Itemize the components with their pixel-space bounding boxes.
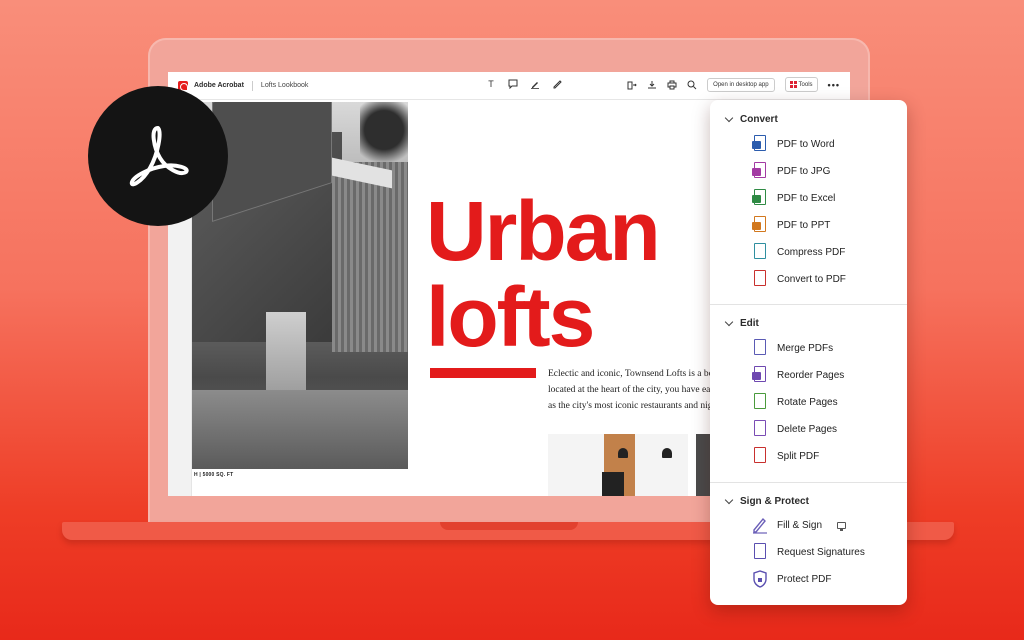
desktop-icon [837,521,847,531]
page-headline: Urban lofts [426,184,661,364]
section-divider [710,482,907,483]
headline-line-1: Urban [426,184,661,278]
building-slats [332,162,408,352]
tool-label: Request Signatures [777,546,865,558]
accent-bar [430,368,536,378]
ppt-icon [752,216,768,234]
comment-icon[interactable] [508,79,518,90]
building-entrance [266,312,306,392]
section-divider [710,304,907,305]
tool-pdf-to-excel[interactable]: PDF to Excel [752,188,835,208]
section-edit[interactable]: Edit [724,317,759,329]
convert-pdf-icon [752,270,768,288]
tool-merge-pdfs[interactable]: Merge PDFs [752,338,833,358]
share-icon[interactable] [627,80,637,90]
tool-pdf-to-jpg[interactable]: PDF to JPG [752,161,830,181]
chevron-down-icon [724,113,734,123]
app-name: Adobe Acrobat [194,82,244,89]
tools-button[interactable]: Tools [784,77,818,92]
tool-label: Convert to PDF [777,273,846,285]
compress-icon [752,243,768,261]
pendant-lamp [618,448,628,458]
chevron-down-icon [724,317,734,327]
tool-label: PDF to Excel [777,192,836,204]
merge-icon [752,339,768,357]
tools-panel: Convert PDF to Word PDF to JPG PDF to Ex… [710,100,907,605]
more-options-icon[interactable]: ••• [828,80,840,90]
acrobat-circle-logo [88,86,228,226]
tool-label: Split PDF [777,450,820,462]
acrobat-swirl-icon [129,126,189,187]
tool-convert-to-pdf[interactable]: Convert to PDF [752,269,846,289]
tool-delete-pages[interactable]: Delete Pages [752,419,837,439]
section-title: Edit [740,318,759,329]
tool-label: Delete Pages [777,423,838,435]
tool-label: Fill & Sign [777,519,823,531]
ground [192,390,408,469]
oven [602,472,624,496]
tool-label: PDF to Word [777,138,835,150]
rotate-icon [752,393,768,411]
text-tool-icon[interactable]: T [486,79,496,89]
laptop-notch [440,522,578,530]
tool-label: Reorder Pages [777,369,845,381]
section-convert[interactable]: Convert [724,113,778,125]
tool-request-signatures[interactable]: Request Signatures [752,542,865,562]
tool-label: Rotate Pages [777,396,838,408]
tools-grid-icon [789,81,797,88]
delete-icon [752,420,768,438]
tool-protect-pdf[interactable]: Protect PDF [752,569,831,589]
toolbar-right: Open in desktop app Tools ••• [627,77,840,92]
tool-label: Compress PDF [777,246,846,258]
toolbar-divider [251,80,253,91]
tool-label: PDF to PPT [777,219,831,231]
tool-pdf-to-word[interactable]: PDF to Word [752,134,835,154]
highlight-icon[interactable] [530,79,540,89]
open-desktop-button[interactable]: Open in desktop app [707,77,775,92]
search-icon[interactable] [687,80,697,90]
annotation-tools: T [486,79,562,90]
document-name[interactable]: Lofts Lookbook [261,82,308,89]
reorder-icon [752,366,768,384]
tool-label: Protect PDF [777,573,832,585]
tool-label: Merge PDFs [777,342,834,354]
headline-line-2: lofts [426,270,595,364]
section-title: Convert [740,114,778,125]
protect-icon [752,570,768,588]
jpg-icon [752,162,768,180]
split-icon [752,447,768,465]
download-icon[interactable] [647,80,657,90]
tool-fill-sign[interactable]: Fill & Sign [752,515,847,535]
tools-button-label: Tools [798,81,813,88]
request-signatures-icon [752,543,768,561]
draw-icon[interactable] [552,79,562,89]
top-toolbar: Adobe Acrobat Lofts Lookbook T Open in d… [168,72,850,100]
tool-reorder-pages[interactable]: Reorder Pages [752,365,844,385]
section-title: Sign & Protect [740,496,809,507]
tool-split-pdf[interactable]: Split PDF [752,446,819,466]
tool-label: PDF to JPG [777,165,831,177]
section-sign-protect[interactable]: Sign & Protect [724,495,809,507]
tool-compress-pdf[interactable]: Compress PDF [752,242,845,262]
print-icon[interactable] [667,80,677,90]
pendant-lamp [662,448,672,458]
photo-caption: H | 5000 SQ. FT [194,472,234,478]
word-icon [752,135,768,153]
excel-icon [752,189,768,207]
tool-rotate-pages[interactable]: Rotate Pages [752,392,838,412]
kitchen-photo [548,434,688,496]
fill-sign-icon [752,516,768,534]
tool-pdf-to-ppt[interactable]: PDF to PPT [752,215,830,235]
chevron-down-icon [724,495,734,505]
